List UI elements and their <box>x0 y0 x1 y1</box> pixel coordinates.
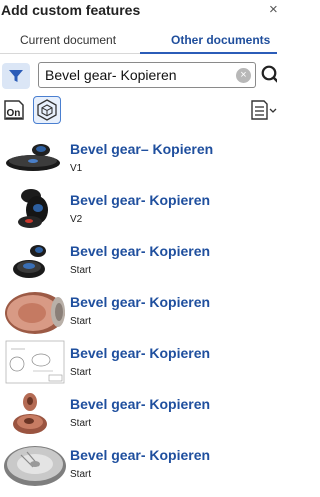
list-item[interactable]: Bevel gear- Kopieren Start <box>0 286 277 336</box>
filter-icon <box>9 70 23 82</box>
document-name: Bevel gear- Kopieren <box>70 396 211 412</box>
tab-other-documents[interactable]: Other documents <box>171 33 270 47</box>
document-version: Start <box>70 469 92 480</box>
document-version: Start <box>70 367 92 378</box>
document-thumbnail <box>13 393 47 434</box>
document-name: Bevel gear– Kopieren <box>70 141 214 157</box>
panel-title: Add custom features <box>1 2 141 18</box>
close-icon[interactable]: × <box>269 1 279 18</box>
onshape-icon: On <box>4 100 24 120</box>
tab-bar: Current document Other documents <box>0 28 277 54</box>
document-thumbnail <box>4 446 66 486</box>
document-version: Start <box>70 418 92 429</box>
tab-current-document[interactable]: Current document <box>20 33 116 47</box>
document-name: Bevel gear- Kopieren <box>70 243 211 259</box>
list-item[interactable]: Bevel gear- Kopieren Start <box>0 388 277 438</box>
assembly-filter-button[interactable] <box>33 96 61 124</box>
list-item[interactable]: Bevel gear- Kopieren Start <box>0 235 277 285</box>
search-button[interactable] <box>260 64 277 86</box>
list-item[interactable]: Bevel gear– Kopieren V1 <box>0 133 277 183</box>
clear-icon[interactable]: × <box>236 68 251 83</box>
list-item[interactable]: Bevel gear- Kopieren Start <box>0 337 277 387</box>
document-name: Bevel gear- Kopieren <box>70 294 211 310</box>
document-version: V2 <box>70 214 83 225</box>
filter-button[interactable] <box>2 63 30 89</box>
search-input[interactable] <box>45 66 231 84</box>
document-thumbnail <box>6 144 60 171</box>
list-view-button[interactable] <box>250 96 277 124</box>
document-thumbnail <box>13 245 46 278</box>
list-view-icon <box>251 100 277 120</box>
onshape-label: On <box>7 108 21 119</box>
document-version: V1 <box>70 163 83 174</box>
search-icon <box>261 65 277 83</box>
list-item[interactable]: Bevel gear- Kopieren V2 <box>0 184 277 234</box>
document-thumbnail <box>18 189 48 228</box>
document-thumbnail <box>5 292 65 334</box>
document-name: Bevel gear- Kopieren <box>70 447 211 463</box>
panel-header: Add custom features × <box>0 0 279 24</box>
document-thumbnail <box>5 340 65 384</box>
document-version: Start <box>70 316 92 327</box>
assembly-icon <box>37 99 57 121</box>
active-tab-indicator <box>140 52 277 54</box>
search-box: × <box>38 62 256 88</box>
document-name: Bevel gear- Kopieren <box>70 345 211 361</box>
list-item[interactable]: Bevel gear- Kopieren Start <box>0 439 277 489</box>
document-version: Start <box>70 265 92 276</box>
document-name: Bevel gear- Kopieren <box>70 192 211 208</box>
onshape-filter-button[interactable]: On <box>2 96 28 124</box>
